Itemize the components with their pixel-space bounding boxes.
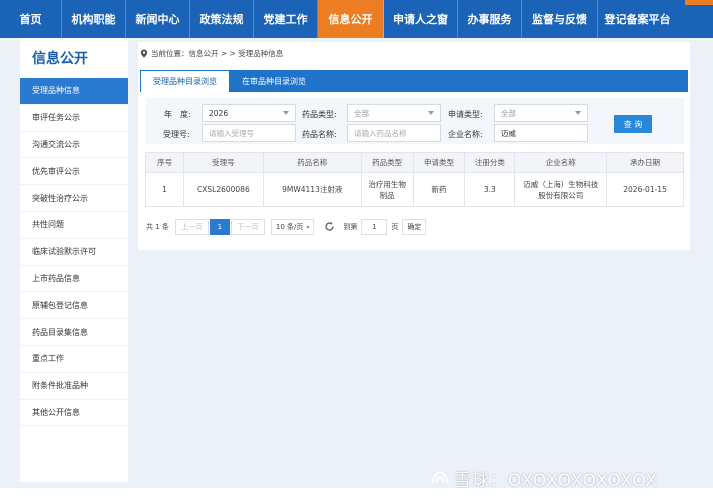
nav-item-services[interactable]: 办事服务 (458, 0, 522, 38)
sidebar-item-breakthrough[interactable]: 突破性治疗公示 (20, 185, 128, 212)
apply-type-select[interactable]: 全部 (494, 104, 588, 122)
nav-accent-bar (685, 0, 713, 5)
cell-company: 迈威（上海）生物科技股份有限公司 (514, 172, 608, 207)
nav-item-org[interactable]: 机构职能 (62, 0, 126, 38)
bottom-strip (0, 488, 713, 500)
year-select[interactable]: 2026 (202, 104, 296, 122)
pagination: 共 1 条 上一页 1 下一页 10 条/页 ▾ 到第 1 页 确定 (146, 218, 427, 236)
cell-drug-type: 治疗用生物制品 (360, 172, 414, 207)
sidebar-item-conditional-approval[interactable]: 附条件批准品种 (20, 373, 128, 400)
watermark-logo-icon (430, 467, 450, 490)
drug-type-label: 药品类型: (302, 110, 337, 119)
nav-item-party[interactable]: 党建工作 (254, 0, 318, 38)
chevron-down-icon (575, 111, 581, 115)
refresh-icon[interactable] (324, 221, 335, 234)
year-value: 2026 (209, 108, 229, 118)
col-header-date: 承办日期 (606, 152, 684, 173)
chevron-down-icon (283, 111, 289, 115)
chevron-down-icon (428, 111, 434, 115)
prev-page-button[interactable]: 上一页 (174, 219, 209, 235)
drug-type-select[interactable]: 全部 (347, 104, 441, 122)
company-label: 企业名称: (448, 130, 483, 139)
goto-page-input[interactable]: 1 (361, 219, 388, 235)
company-input[interactable]: 迈威 (494, 124, 588, 142)
accept-no-input[interactable]: 请输入受理号 (202, 124, 296, 142)
drug-name-input[interactable]: 请输入药品名称 (347, 124, 441, 142)
drug-name-label: 药品名称: (302, 130, 337, 139)
apply-type-label: 申请类型: (448, 110, 483, 119)
sidebar: 信息公开 受理品种信息 审评任务公示 沟通交流公示 优先审评公示 突破性治疗公示… (20, 38, 128, 482)
cell-index: 1 (145, 172, 184, 207)
nav-item-policy[interactable]: 政策法规 (190, 0, 254, 38)
next-page-button[interactable]: 下一页 (230, 219, 265, 235)
nav-item-home[interactable]: 首页 (0, 0, 62, 38)
goto-confirm-button[interactable]: 确定 (402, 219, 427, 235)
cell-drug-name: 9MW4113注射液 (262, 172, 362, 207)
sidebar-item-raw-materials[interactable]: 原辅包登记信息 (20, 292, 128, 320)
accept-no-label: 受理号: (163, 130, 190, 139)
nav-item-feedback[interactable]: 监督与反馈 (522, 0, 598, 38)
breadcrumb-prefix: 当前位置： (151, 49, 189, 58)
sidebar-item-marketed-drugs[interactable]: 上市药品信息 (20, 266, 128, 293)
pager-total: 共 1 条 (146, 223, 169, 231)
cell-date: 2026-01-15 (606, 172, 684, 207)
nav-item-news[interactable]: 新闻中心 (126, 0, 190, 38)
breadcrumb-path[interactable]: 信息公开 > > 受理品种信息 (189, 48, 284, 59)
col-header-drug-name: 药品名称 (262, 152, 362, 173)
table-row[interactable]: 1 CXSL2600086 9MW4113注射液 治疗用生物制品 新药 3.3 … (145, 172, 684, 207)
drug-type-value: 全部 (354, 108, 369, 118)
cell-accept-no: CXSL2600086 (182, 172, 264, 207)
sidebar-item-communication[interactable]: 沟通交流公示 (20, 132, 128, 159)
col-header-company: 企业名称 (514, 152, 608, 173)
col-header-accept-no: 受理号 (182, 152, 264, 173)
apply-type-value: 全部 (501, 108, 516, 118)
results-table: 序号 受理号 药品名称 药品类型 申请类型 注册分类 企业名称 承办日期 1 C… (145, 152, 684, 207)
chevron-down-icon: ▾ (306, 223, 310, 231)
cell-reg-class: 3.3 (464, 172, 516, 207)
sidebar-item-other-info[interactable]: 其他公开信息 (20, 400, 128, 427)
breadcrumb: 当前位置： 信息公开 > > 受理品种信息 (140, 48, 283, 59)
page-number-button[interactable]: 1 (209, 219, 230, 235)
goto-suffix: 页 (391, 223, 399, 231)
cell-apply-type: 新药 (412, 172, 466, 207)
sidebar-item-clinical-trial[interactable]: 临床试验默示许可 (20, 239, 128, 266)
sidebar-item-key-work[interactable]: 重点工作 (20, 346, 128, 373)
sidebar-item-accepted-varieties[interactable]: 受理品种信息 (20, 78, 128, 105)
query-button[interactable]: 查 询 (614, 115, 652, 133)
nav-item-registration[interactable]: 登记备案平台 (598, 0, 677, 38)
goto-prefix: 到第 (343, 223, 358, 231)
year-label: 年 度: (164, 110, 191, 119)
top-nav: 首页 机构职能 新闻中心 政策法规 党建工作 信息公开 申请人之窗 办事服务 监… (0, 0, 713, 38)
col-header-index: 序号 (145, 152, 184, 173)
nav-item-applicant[interactable]: 申请人之窗 (384, 0, 458, 38)
sidebar-item-priority-review[interactable]: 优先审评公示 (20, 158, 128, 186)
sidebar-item-common-issues[interactable]: 共性问题 (20, 212, 128, 239)
location-pin-icon (140, 49, 148, 58)
tab-bar: 受理品种目录浏览 在审品种目录浏览 (140, 70, 688, 92)
col-header-reg-class: 注册分类 (464, 152, 516, 173)
tab-under-review-catalog[interactable]: 在审品种目录浏览 (230, 70, 318, 92)
col-header-drug-type: 药品类型 (360, 152, 414, 173)
table-header-row: 序号 受理号 药品名称 药品类型 申请类型 注册分类 企业名称 承办日期 (145, 152, 684, 173)
page-size-select[interactable]: 10 条/页 ▾ (270, 219, 315, 235)
nav-item-info-public[interactable]: 信息公开 (318, 0, 384, 38)
col-header-apply-type: 申请类型 (412, 152, 466, 173)
sidebar-item-drug-catalog[interactable]: 药品目录集信息 (20, 319, 128, 346)
sidebar-item-review-tasks[interactable]: 审评任务公示 (20, 105, 128, 132)
tab-accepted-catalog[interactable]: 受理品种目录浏览 (140, 70, 230, 92)
page-size-value: 10 条/页 (275, 223, 304, 231)
sidebar-title: 信息公开 (32, 51, 88, 67)
